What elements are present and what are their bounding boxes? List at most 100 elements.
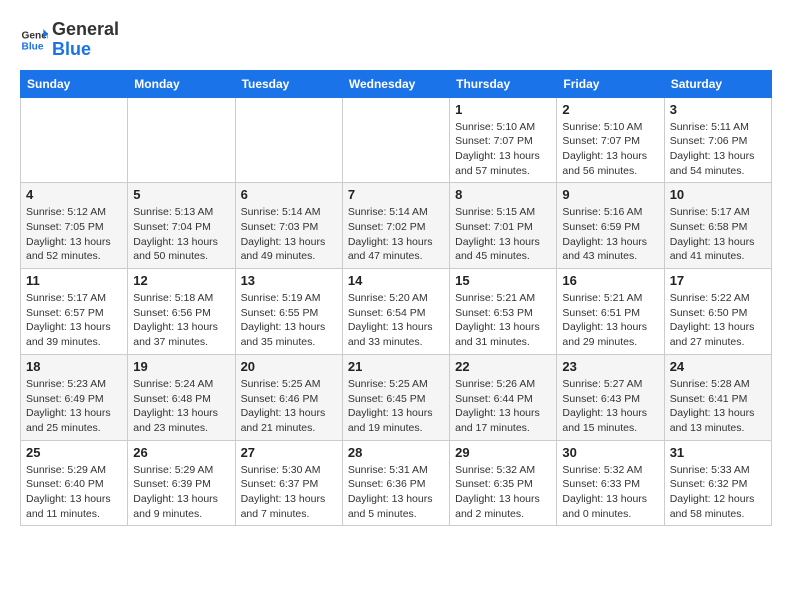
day-info: Sunrise: 5:30 AMSunset: 6:37 PMDaylight:… xyxy=(241,463,337,522)
day-info: Sunrise: 5:17 AMSunset: 6:58 PMDaylight:… xyxy=(670,205,766,264)
day-info: Sunrise: 5:23 AMSunset: 6:49 PMDaylight:… xyxy=(26,377,122,436)
day-number: 23 xyxy=(562,359,658,374)
day-number: 19 xyxy=(133,359,229,374)
day-number: 24 xyxy=(670,359,766,374)
day-number: 31 xyxy=(670,445,766,460)
calendar-header-row: SundayMondayTuesdayWednesdayThursdayFrid… xyxy=(21,70,772,97)
day-number: 4 xyxy=(26,187,122,202)
day-info: Sunrise: 5:11 AMSunset: 7:06 PMDaylight:… xyxy=(670,120,766,179)
calendar-week-row: 4Sunrise: 5:12 AMSunset: 7:05 PMDaylight… xyxy=(21,183,772,269)
day-info: Sunrise: 5:28 AMSunset: 6:41 PMDaylight:… xyxy=(670,377,766,436)
day-number: 25 xyxy=(26,445,122,460)
day-info: Sunrise: 5:31 AMSunset: 6:36 PMDaylight:… xyxy=(348,463,444,522)
calendar-cell: 16 Sunrise: 5:21 AMSunset: 6:51 PMDayligh… xyxy=(557,269,664,355)
day-number: 1 xyxy=(455,102,551,117)
day-number: 5 xyxy=(133,187,229,202)
day-number: 9 xyxy=(562,187,658,202)
day-info: Sunrise: 5:27 AMSunset: 6:43 PMDaylight:… xyxy=(562,377,658,436)
day-number: 14 xyxy=(348,273,444,288)
day-number: 16 xyxy=(562,273,658,288)
calendar-cell: 6Sunrise: 5:14 AMSunset: 7:03 PMDaylight… xyxy=(235,183,342,269)
calendar-cell: 4Sunrise: 5:12 AMSunset: 7:05 PMDaylight… xyxy=(21,183,128,269)
day-info: Sunrise: 5:24 AMSunset: 6:48 PMDaylight:… xyxy=(133,377,229,436)
day-number: 15 xyxy=(455,273,551,288)
day-number: 27 xyxy=(241,445,337,460)
calendar-cell xyxy=(128,97,235,183)
day-number: 20 xyxy=(241,359,337,374)
day-info: Sunrise: 5:21 AMSunset: 6:51 PMDaylight:… xyxy=(562,291,658,350)
calendar-cell: 14 Sunrise: 5:20 AMSunset: 6:54 PMDayligh… xyxy=(342,269,449,355)
day-number: 17 xyxy=(670,273,766,288)
calendar-cell: 1Sunrise: 5:10 AMSunset: 7:07 PMDaylight… xyxy=(450,97,557,183)
day-info: Sunrise: 5:29 AMSunset: 6:39 PMDaylight:… xyxy=(133,463,229,522)
day-info: Sunrise: 5:29 AMSunset: 6:40 PMDaylight:… xyxy=(26,463,122,522)
day-info: Sunrise: 5:22 AMSunset: 6:50 PMDaylight:… xyxy=(670,291,766,350)
day-number: 29 xyxy=(455,445,551,460)
day-number: 26 xyxy=(133,445,229,460)
day-info: Sunrise: 5:13 AMSunset: 7:04 PMDaylight:… xyxy=(133,205,229,264)
day-number: 21 xyxy=(348,359,444,374)
day-number: 13 xyxy=(241,273,337,288)
calendar-body: 1 Sunrise: 5:10 AMSunset: 7:07 PMDaylight… xyxy=(21,97,772,526)
calendar-cell: 30 Sunrise: 5:32 AMSunset: 6:33 PMDayligh… xyxy=(557,440,664,526)
day-info: Sunrise: 5:26 AMSunset: 6:44 PMDaylight:… xyxy=(455,377,551,436)
calendar-cell: 26 Sunrise: 5:29 AMSunset: 6:39 PMDayligh… xyxy=(128,440,235,526)
calendar-cell: 18 Sunrise: 5:23 AMSunset: 6:49 PMDayligh… xyxy=(21,354,128,440)
calendar-cell: 15Sunrise: 5:21 AMSunset: 6:53 PMDayligh… xyxy=(450,269,557,355)
calendar-cell xyxy=(235,97,342,183)
day-number: 18 xyxy=(26,359,122,374)
page-header: General Blue General Blue xyxy=(20,20,772,60)
calendar-cell: 22 Sunrise: 5:26 AMSunset: 6:44 PMDayligh… xyxy=(450,354,557,440)
calendar-cell xyxy=(21,97,128,183)
day-of-week-header: Monday xyxy=(128,70,235,97)
calendar-cell: 25 Sunrise: 5:29 AMSunset: 6:40 PMDayligh… xyxy=(21,440,128,526)
day-info: Sunrise: 5:10 AMSunset: 7:07 PMDaylight:… xyxy=(562,120,658,179)
day-number: 7 xyxy=(348,187,444,202)
day-of-week-header: Thursday xyxy=(450,70,557,97)
day-of-week-header: Tuesday xyxy=(235,70,342,97)
logo-icon: General Blue xyxy=(20,26,48,54)
day-info: Sunrise: 5:16 AMSunset: 6:59 PMDaylight:… xyxy=(562,205,658,264)
calendar-cell: 13 Sunrise: 5:19 AMSunset: 6:55 PMDayligh… xyxy=(235,269,342,355)
day-info: Sunrise: 5:14 AMSunset: 7:03 PMDaylight:… xyxy=(241,205,337,264)
day-of-week-header: Wednesday xyxy=(342,70,449,97)
calendar-cell: 20Sunrise: 5:25 AMSunset: 6:46 PMDayligh… xyxy=(235,354,342,440)
day-number: 10 xyxy=(670,187,766,202)
calendar-cell: 17 Sunrise: 5:22 AMSunset: 6:50 PMDayligh… xyxy=(664,269,771,355)
day-info: Sunrise: 5:32 AMSunset: 6:35 PMDaylight:… xyxy=(455,463,551,522)
svg-text:Blue: Blue xyxy=(22,41,44,52)
calendar-week-row: 25 Sunrise: 5:29 AMSunset: 6:40 PMDayligh… xyxy=(21,440,772,526)
day-info: Sunrise: 5:25 AMSunset: 6:45 PMDaylight:… xyxy=(348,377,444,436)
day-number: 11 xyxy=(26,273,122,288)
day-info: Sunrise: 5:17 AMSunset: 6:57 PMDaylight:… xyxy=(26,291,122,350)
calendar-cell: 5 Sunrise: 5:13 AMSunset: 7:04 PMDaylight… xyxy=(128,183,235,269)
calendar-cell: 31Sunrise: 5:33 AMSunset: 6:32 PMDayligh… xyxy=(664,440,771,526)
calendar-cell: 29 Sunrise: 5:32 AMSunset: 6:35 PMDayligh… xyxy=(450,440,557,526)
day-info: Sunrise: 5:19 AMSunset: 6:55 PMDaylight:… xyxy=(241,291,337,350)
calendar-cell: 19 Sunrise: 5:24 AMSunset: 6:48 PMDayligh… xyxy=(128,354,235,440)
calendar-cell: 23 Sunrise: 5:27 AMSunset: 6:43 PMDayligh… xyxy=(557,354,664,440)
day-number: 12 xyxy=(133,273,229,288)
calendar-cell: 7Sunrise: 5:14 AMSunset: 7:02 PMDaylight… xyxy=(342,183,449,269)
day-number: 28 xyxy=(348,445,444,460)
calendar-cell xyxy=(342,97,449,183)
calendar-table: SundayMondayTuesdayWednesdayThursdayFrid… xyxy=(20,70,772,527)
calendar-week-row: 18 Sunrise: 5:23 AMSunset: 6:49 PMDayligh… xyxy=(21,354,772,440)
day-info: Sunrise: 5:20 AMSunset: 6:54 PMDaylight:… xyxy=(348,291,444,350)
calendar-cell: 11 Sunrise: 5:17 AMSunset: 6:57 PMDayligh… xyxy=(21,269,128,355)
day-number: 2 xyxy=(562,102,658,117)
logo-text: General Blue xyxy=(52,20,119,60)
calendar-week-row: 1 Sunrise: 5:10 AMSunset: 7:07 PMDaylight… xyxy=(21,97,772,183)
day-number: 30 xyxy=(562,445,658,460)
calendar-cell: 10 Sunrise: 5:17 AMSunset: 6:58 PMDayligh… xyxy=(664,183,771,269)
day-info: Sunrise: 5:32 AMSunset: 6:33 PMDaylight:… xyxy=(562,463,658,522)
calendar-cell: 24 Sunrise: 5:28 AMSunset: 6:41 PMDayligh… xyxy=(664,354,771,440)
day-of-week-header: Saturday xyxy=(664,70,771,97)
day-number: 22 xyxy=(455,359,551,374)
calendar-cell: 12Sunrise: 5:18 AMSunset: 6:56 PMDayligh… xyxy=(128,269,235,355)
calendar-cell: 3 Sunrise: 5:11 AMSunset: 7:06 PMDaylight… xyxy=(664,97,771,183)
day-number: 3 xyxy=(670,102,766,117)
calendar-cell: 9 Sunrise: 5:16 AMSunset: 6:59 PMDaylight… xyxy=(557,183,664,269)
calendar-cell: 21 Sunrise: 5:25 AMSunset: 6:45 PMDayligh… xyxy=(342,354,449,440)
calendar-cell: 27 Sunrise: 5:30 AMSunset: 6:37 PMDayligh… xyxy=(235,440,342,526)
